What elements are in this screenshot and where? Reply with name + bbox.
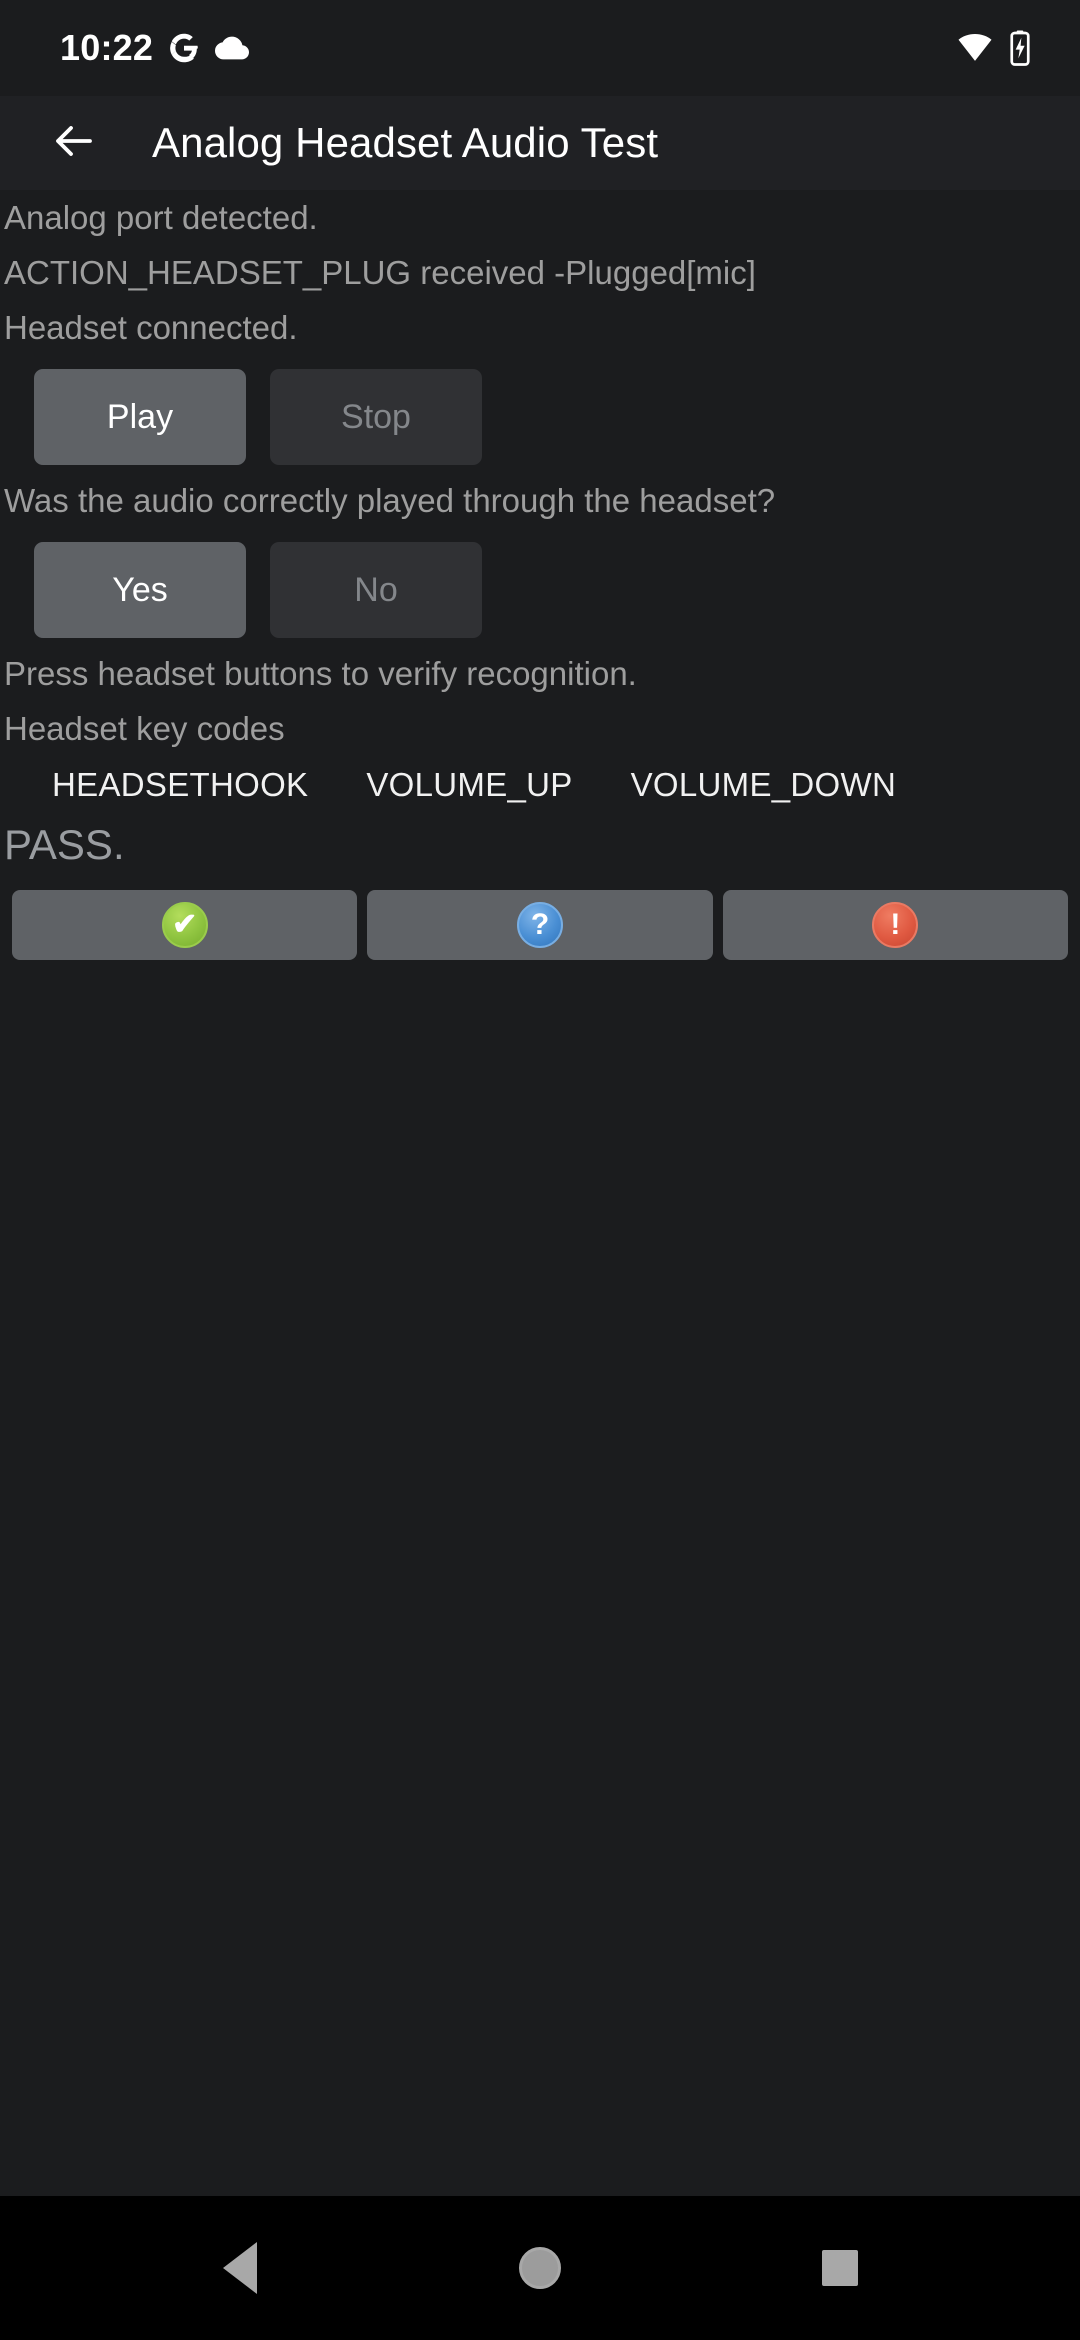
verdict-button-bar: ✔ ? ! xyxy=(0,874,1080,960)
status-bar: 10:22 xyxy=(0,0,1080,96)
question-circle-icon: ? xyxy=(516,902,563,948)
status-bar-right xyxy=(956,30,1032,66)
info-button[interactable]: ? xyxy=(367,890,713,960)
verdict-text: PASS. xyxy=(4,821,125,868)
wifi-icon xyxy=(956,33,994,63)
battery-charging-icon xyxy=(1008,30,1032,66)
system-navigation-bar xyxy=(0,2196,1080,2340)
headset-keycodes-label: Headset key codes xyxy=(4,710,285,747)
status-line-connected: Headset connected. xyxy=(4,309,298,346)
arrow-back-icon xyxy=(50,117,98,170)
no-button: No xyxy=(270,542,482,638)
keycode-headsethook: HEADSETHOOK xyxy=(52,766,309,803)
keycode-volume-up: VOLUME_UP xyxy=(366,766,573,803)
exclamation-circle-icon: ! xyxy=(872,902,919,948)
nav-back-button[interactable] xyxy=(185,2213,295,2323)
keycode-volume-down: VOLUME_DOWN xyxy=(630,766,897,803)
status-clock: 10:22 xyxy=(60,27,154,68)
status-line-port: Analog port detected. xyxy=(4,199,318,236)
nav-home-icon xyxy=(519,2247,561,2289)
headset-keycodes-row: HEADSETHOOK VOLUME_UP VOLUME_DOWN xyxy=(0,756,1080,810)
status-bar-left: 10:22 xyxy=(60,27,250,68)
answer-button-row: Yes No xyxy=(0,528,1080,646)
playback-button-row: Play Stop xyxy=(0,355,1080,473)
phone-screen: 10:22 Analog Headset Audio Test Analog p… xyxy=(0,0,1080,2340)
cloud-icon xyxy=(215,35,250,61)
status-line-action: ACTION_HEADSET_PLUG received -Plugged[mi… xyxy=(4,254,756,291)
fail-button[interactable]: ! xyxy=(722,890,1068,960)
nav-recents-icon xyxy=(822,2250,858,2286)
pass-button[interactable]: ✔ xyxy=(12,890,358,960)
nav-recents-button[interactable] xyxy=(785,2213,895,2323)
nav-home-button[interactable] xyxy=(485,2213,595,2323)
play-button[interactable]: Play xyxy=(34,369,246,465)
check-circle-icon: ✔ xyxy=(161,902,208,948)
page-title: Analog Headset Audio Test xyxy=(152,119,659,166)
audio-question-label: Was the audio correctly played through t… xyxy=(4,482,776,519)
back-button[interactable] xyxy=(38,107,110,179)
google-g-icon xyxy=(169,33,199,63)
headset-button-instruction: Press headset buttons to verify recognit… xyxy=(4,655,637,692)
test-content: Analog port detected. ACTION_HEADSET_PLU… xyxy=(0,190,1080,2196)
nav-back-icon xyxy=(223,2242,257,2294)
stop-button: Stop xyxy=(270,369,482,465)
app-toolbar: Analog Headset Audio Test xyxy=(0,96,1080,190)
yes-button[interactable]: Yes xyxy=(34,542,246,638)
